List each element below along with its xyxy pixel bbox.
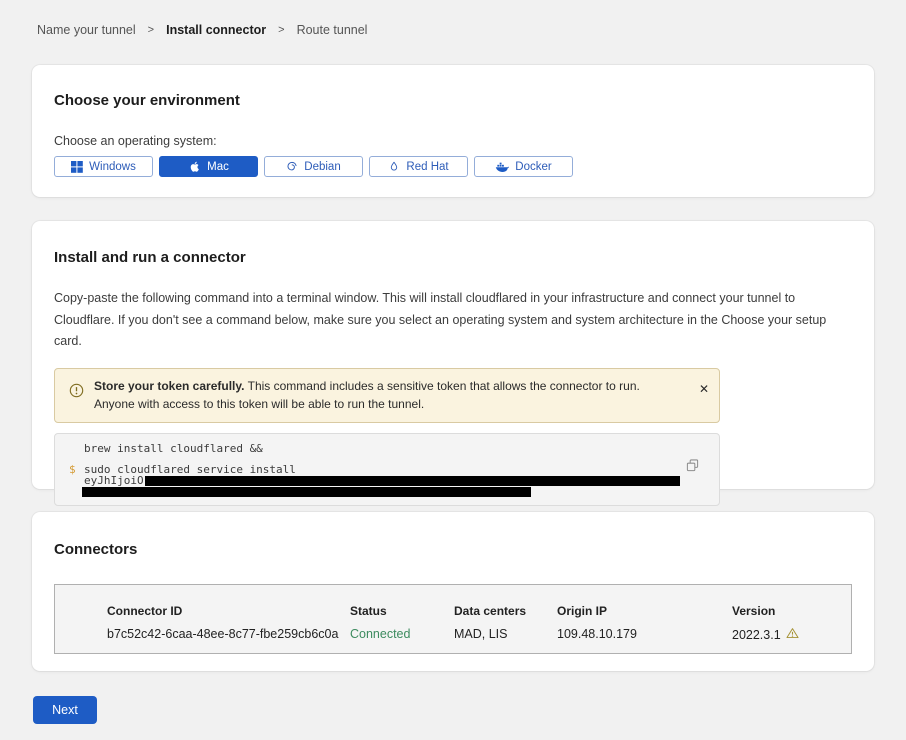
breadcrumb-step-install-connector[interactable]: Install connector: [166, 23, 266, 37]
breadcrumb: Name your tunnel > Install connector > R…: [0, 0, 906, 37]
connector-id-value: b7c52c42-6caa-48ee-8c77-fbe259cb6c0a: [107, 627, 350, 642]
header-version: Version: [732, 604, 851, 618]
header-origin-ip: Origin IP: [557, 604, 732, 618]
copy-icon[interactable]: [686, 459, 699, 475]
data-centers-value: MAD, LIS: [454, 627, 557, 642]
apple-logo-icon: [188, 160, 201, 173]
os-button-label: Mac: [207, 161, 229, 173]
token-warning-text: Store your token carefully. This command…: [94, 377, 682, 414]
os-button-debian[interactable]: Debian: [264, 156, 363, 177]
alert-circle-icon: [69, 383, 84, 403]
redacted-token-bar: [82, 487, 531, 497]
shell-prompt: $: [69, 464, 76, 475]
os-button-label: Red Hat: [406, 161, 448, 173]
breadcrumb-step-route-tunnel[interactable]: Route tunnel: [297, 23, 368, 37]
header-status: Status: [350, 604, 454, 618]
os-select-label: Choose an operating system:: [54, 134, 852, 148]
header-data-centers: Data centers: [454, 604, 557, 618]
os-button-label: Debian: [304, 161, 340, 173]
token-warning-banner: Store your token carefully. This command…: [54, 368, 720, 423]
status-badge: Connected: [350, 627, 454, 642]
version-number: 2022.3.1: [732, 628, 781, 642]
debian-swirl-icon: [286, 161, 298, 173]
windows-logo-icon: [71, 161, 83, 173]
docker-whale-icon: [495, 161, 509, 173]
table-row: b7c52c42-6caa-48ee-8c77-fbe259cb6c0a Con…: [107, 627, 851, 642]
code-line-service-install-text: sudo cloudflared service install: [84, 463, 296, 476]
install-command-codeblock: brew install cloudflared && $ sudo cloud…: [54, 433, 720, 506]
header-connector-id: Connector ID: [107, 604, 350, 618]
os-button-label: Windows: [89, 161, 136, 173]
connectors-table: Connector ID Status Data centers Origin …: [54, 584, 852, 654]
connectors-table-header: Connector ID Status Data centers Origin …: [107, 604, 851, 618]
breadcrumb-separator-icon: >: [278, 24, 284, 36]
code-line-brew-install: brew install cloudflared &&: [55, 443, 719, 454]
next-button[interactable]: Next: [33, 696, 97, 724]
os-button-label: Docker: [515, 161, 551, 173]
version-value: 2022.3.1: [732, 627, 851, 642]
redacted-token-bar: [145, 476, 680, 486]
warning-triangle-icon: [786, 627, 799, 642]
install-connector-card: Install and run a connector Copy-paste t…: [32, 221, 874, 489]
breadcrumb-separator-icon: >: [148, 24, 154, 36]
os-button-docker[interactable]: Docker: [474, 156, 573, 177]
code-line-token-continued: [55, 486, 719, 497]
origin-ip-value: 109.48.10.179: [557, 627, 732, 642]
breadcrumb-step-name-your-tunnel[interactable]: Name your tunnel: [37, 23, 136, 37]
connectors-card-title: Connectors: [54, 541, 852, 558]
connectors-card: Connectors Connector ID Status Data cent…: [32, 512, 874, 671]
os-button-windows[interactable]: Windows: [54, 156, 153, 177]
install-card-description: Copy-paste the following command into a …: [54, 288, 852, 353]
os-button-mac[interactable]: Mac: [159, 156, 258, 177]
redhat-icon: [388, 161, 400, 173]
os-button-redhat[interactable]: Red Hat: [369, 156, 468, 177]
code-line-token: eyJhIjoiO: [55, 475, 719, 486]
close-icon[interactable]: ✕: [699, 383, 709, 395]
choose-environment-card: Choose your environment Choose an operat…: [32, 65, 874, 197]
code-line-service-install: $ sudo cloudflared service install: [55, 464, 719, 475]
install-card-title: Install and run a connector: [54, 249, 852, 266]
environment-card-title: Choose your environment: [54, 92, 852, 109]
token-warning-title: Store your token carefully.: [94, 379, 245, 393]
os-button-group: Windows Mac Debian Red Hat Docker: [54, 156, 852, 177]
